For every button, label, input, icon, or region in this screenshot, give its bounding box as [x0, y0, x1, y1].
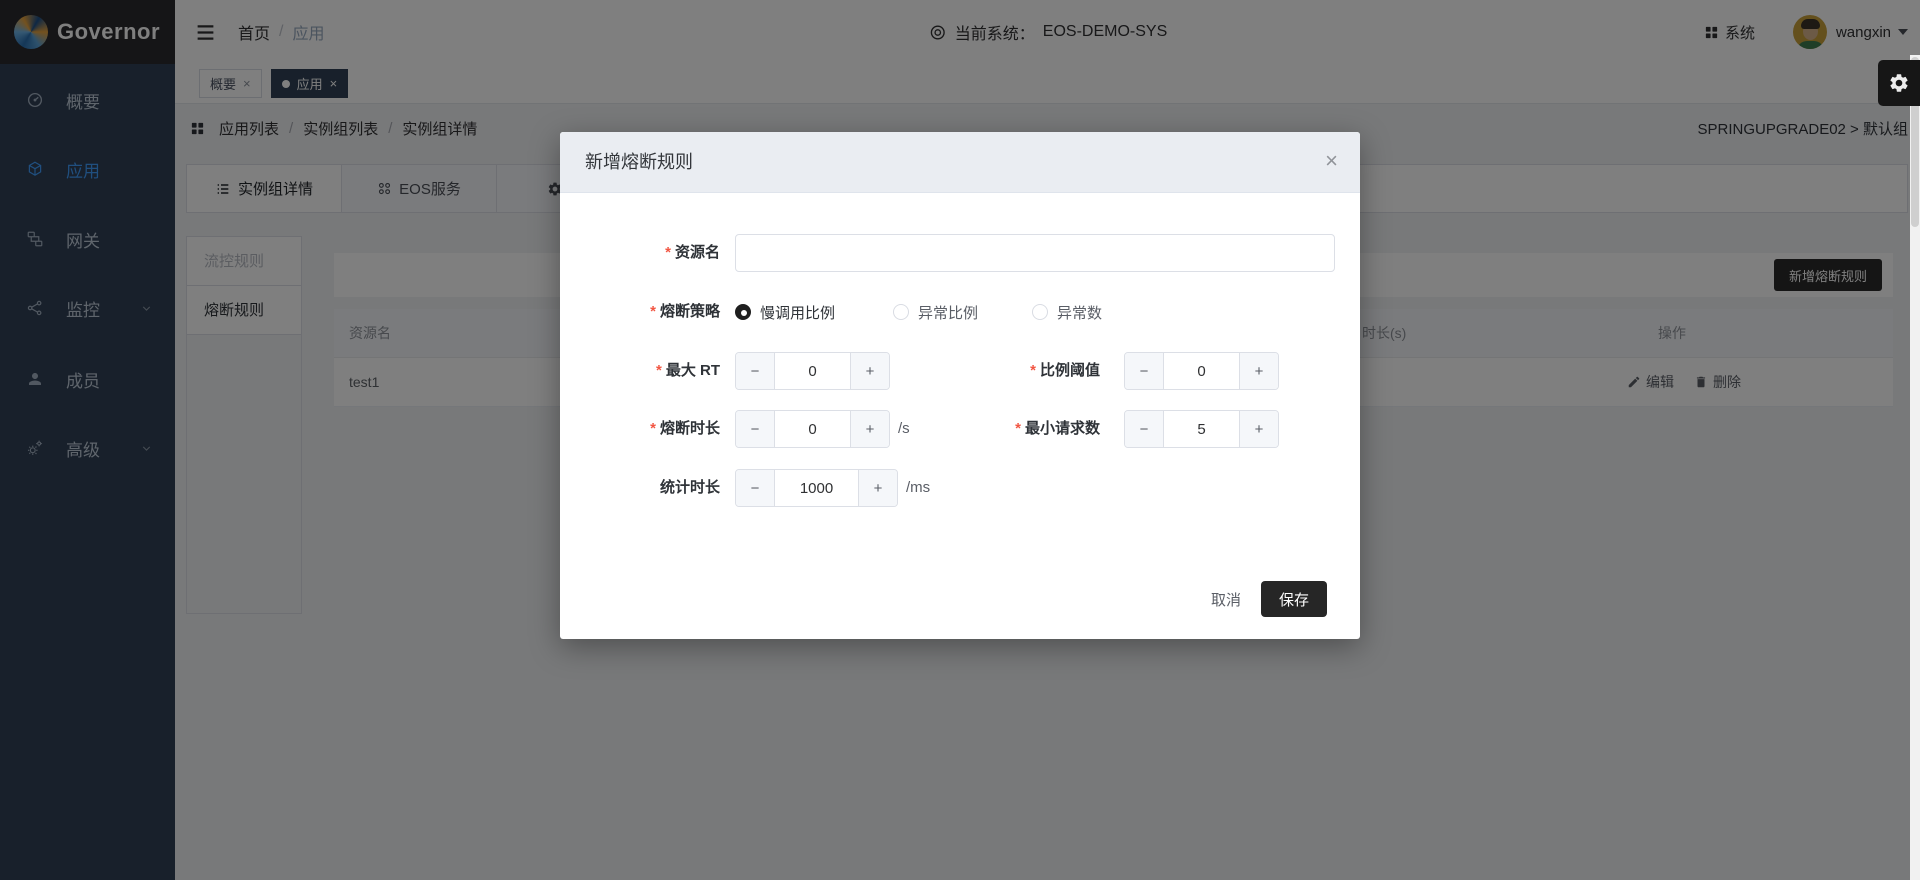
- stat-duration-input[interactable]: [775, 470, 858, 506]
- cancel-button[interactable]: 取消: [1207, 583, 1245, 616]
- required-mark: *: [1015, 420, 1021, 437]
- radio-icon: [1032, 304, 1048, 320]
- ratio-threshold-stepper: − +: [1124, 352, 1279, 390]
- max-rt-input[interactable]: [775, 353, 850, 389]
- field-label: *资源名: [560, 234, 720, 272]
- increment-button[interactable]: +: [858, 470, 897, 506]
- max-rt-stepper: − +: [735, 352, 890, 390]
- form-row-duration-minreq: *熔断时长 − + /s *最小请求数 − +: [560, 410, 1360, 448]
- break-duration-stepper: − +: [735, 410, 890, 448]
- radio-icon: [735, 304, 751, 320]
- field-label: *熔断策略: [560, 293, 720, 331]
- stat-duration-stepper: − +: [735, 469, 898, 507]
- form-row-strategy: *熔断策略 慢调用比例 异常比例 异常数: [560, 293, 1360, 331]
- add-circuit-breaker-rule-modal: 新增熔断规则 × *资源名 *熔断策略 慢调用比例 异常比例 异常数: [560, 132, 1360, 639]
- increment-button[interactable]: +: [850, 353, 889, 389]
- modal-header: 新增熔断规则 ×: [560, 132, 1360, 193]
- app-screen: Governor 概要 应用 网关 监控: [0, 0, 1920, 880]
- required-mark: *: [1030, 362, 1036, 379]
- radio-error-ratio[interactable]: 异常比例: [893, 293, 978, 331]
- required-mark: *: [656, 362, 662, 379]
- decrement-button[interactable]: −: [736, 353, 775, 389]
- close-icon[interactable]: ×: [1325, 148, 1338, 174]
- field-label: *比例阈值: [940, 352, 1100, 390]
- field-label: *最大 RT: [560, 352, 720, 390]
- increment-button[interactable]: +: [1239, 411, 1278, 447]
- form-row-stat-duration: 统计时长 − + /ms: [560, 469, 1360, 507]
- save-button[interactable]: 保存: [1261, 581, 1327, 617]
- radio-icon: [893, 304, 909, 320]
- decrement-button[interactable]: −: [1125, 411, 1164, 447]
- unit-suffix: /ms: [906, 469, 930, 507]
- increment-button[interactable]: +: [1239, 353, 1278, 389]
- settings-panel-toggle[interactable]: [1878, 60, 1920, 106]
- radio-slow-call-ratio[interactable]: 慢调用比例: [735, 293, 835, 331]
- min-requests-stepper: − +: [1124, 410, 1279, 448]
- scrollbar[interactable]: [1910, 55, 1920, 880]
- decrement-button[interactable]: −: [736, 470, 775, 506]
- required-mark: *: [650, 420, 656, 437]
- ratio-threshold-input[interactable]: [1164, 353, 1239, 389]
- field-label: *最小请求数: [940, 410, 1100, 448]
- resource-name-input[interactable]: [735, 234, 1335, 272]
- gear-icon: [1888, 72, 1910, 94]
- form-row-maxrt-ratio: *最大 RT − + *比例阈值 − +: [560, 352, 1360, 390]
- increment-button[interactable]: +: [850, 411, 889, 447]
- field-label: 统计时长: [560, 469, 720, 507]
- min-requests-input[interactable]: [1164, 411, 1239, 447]
- required-mark: *: [650, 303, 656, 320]
- required-mark: *: [665, 244, 671, 261]
- modal-footer: 取消 保存: [1207, 581, 1327, 617]
- decrement-button[interactable]: −: [736, 411, 775, 447]
- unit-suffix: /s: [898, 410, 910, 448]
- decrement-button[interactable]: −: [1125, 353, 1164, 389]
- form-row-resource: *资源名: [560, 234, 1360, 272]
- modal-title: 新增熔断规则: [585, 132, 693, 192]
- field-label: *熔断时长: [560, 410, 720, 448]
- break-duration-input[interactable]: [775, 411, 850, 447]
- radio-error-count[interactable]: 异常数: [1032, 293, 1102, 331]
